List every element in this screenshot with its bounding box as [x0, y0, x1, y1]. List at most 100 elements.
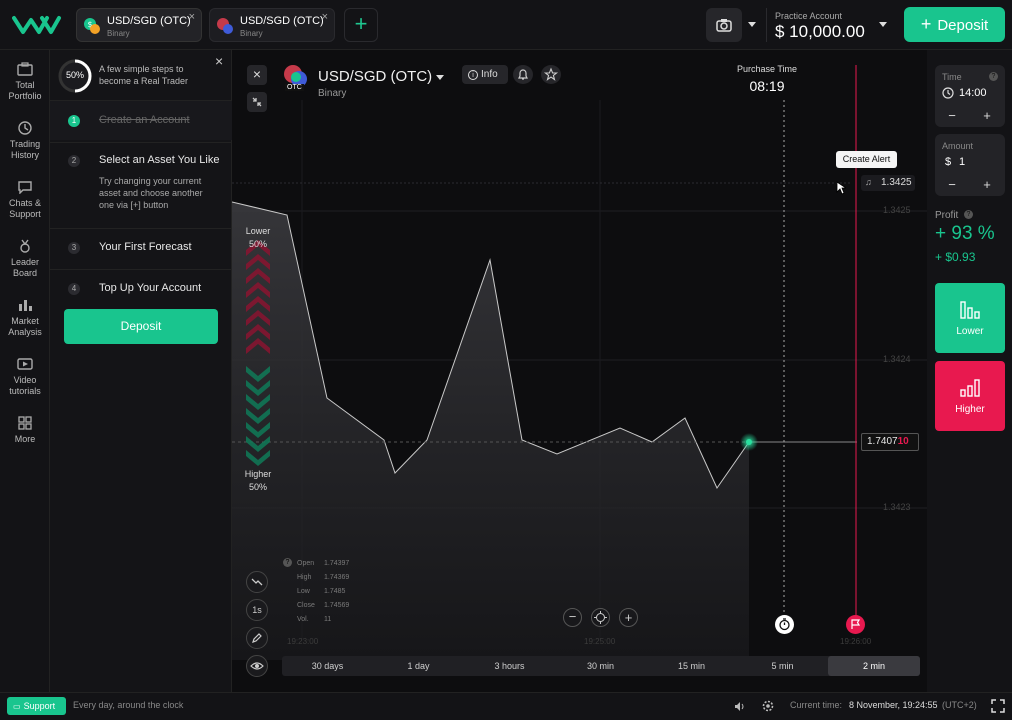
close-chart-button[interactable]: × [247, 65, 267, 85]
timeframe-5-min[interactable]: 5 min [737, 656, 828, 676]
nav-market-analysis[interactable]: Market Analysis [0, 298, 50, 338]
timeframe-30-days[interactable]: 30 days [282, 656, 373, 676]
help-icon[interactable]: ? [283, 558, 292, 567]
support-button[interactable]: ▭ Support [7, 697, 66, 715]
flag-icon [851, 619, 861, 629]
step-description: Try changing your current [99, 176, 202, 186]
nav-more[interactable]: More [0, 416, 50, 445]
nav-label: Portfolio [8, 91, 42, 101]
account-selector[interactable]: Practice Account $ 10,000.00 [766, 8, 894, 42]
info-button[interactable]: i Info [462, 65, 508, 84]
timeframe-3-hours[interactable]: 3 hours [464, 656, 555, 676]
nav-leader-board[interactable]: Leader Board [0, 239, 50, 279]
nav-total-portfolio[interactable]: Total Portfolio [0, 62, 50, 102]
chevron-down-icon[interactable] [436, 75, 444, 81]
zoom-out-button[interactable]: − [563, 608, 582, 627]
lower-gauge-label: Lower [245, 226, 271, 236]
close-tab-icon[interactable]: × [189, 11, 195, 23]
step-description: one via [+] button [99, 200, 169, 210]
close-icon[interactable]: × [215, 53, 223, 69]
higher-button[interactable]: Higher [935, 361, 1005, 431]
expiration-marker[interactable] [846, 615, 865, 634]
portfolio-icon [17, 62, 33, 76]
alert-price-value: 1.3425 [881, 177, 912, 188]
pencil-icon [252, 633, 262, 643]
bar-chart-icon [19, 300, 32, 311]
nav-label: Video [13, 375, 37, 385]
chart-type-button[interactable] [246, 571, 268, 593]
step-item-first-forecast[interactable]: 3 Your First Forecast [50, 228, 232, 268]
favorite-button[interactable] [541, 65, 561, 84]
sound-icon[interactable] [733, 700, 746, 713]
timeframe-30-min[interactable]: 30 min [555, 656, 646, 676]
profit-percent: + 93 % [935, 223, 995, 244]
bars-down-icon [960, 301, 980, 319]
zoom-in-button[interactable]: + [619, 608, 638, 627]
time-value[interactable]: 14:00 [959, 87, 987, 99]
collapse-button[interactable] [247, 92, 267, 112]
brand-logo[interactable] [12, 10, 62, 40]
camera-icon [716, 19, 732, 32]
amount-decrease-button[interactable]: − [937, 178, 967, 192]
lower-button[interactable]: Lower [935, 283, 1005, 353]
recenter-button[interactable] [591, 608, 610, 627]
nav-chats-support[interactable]: Chats & Support [0, 180, 50, 220]
current-time-label: Current time: [790, 700, 843, 710]
step-item-top-up[interactable]: 4 Top Up Your Account [50, 269, 232, 309]
stopwatch-marker[interactable] [775, 615, 794, 634]
price-level-label: 1.3424 [883, 354, 911, 364]
profit-label: Profit [935, 210, 959, 221]
nav-trading-history[interactable]: Trading History [0, 121, 50, 161]
amount-value[interactable]: 1 [959, 156, 965, 168]
ohlc-vol-value: 11 [324, 616, 332, 623]
chevron-down-icon[interactable] [748, 22, 756, 28]
timeframe-15-min[interactable]: 15 min [646, 656, 737, 676]
help-icon[interactable]: ? [989, 72, 998, 81]
asset-tab[interactable]: USD/SGD (OTC) Binary × [209, 8, 335, 42]
ohlc-open-label: Open [297, 560, 315, 567]
close-tab-icon[interactable]: × [322, 11, 328, 23]
ohlc-close-value: 1.74569 [324, 602, 350, 609]
ohlc-high-label: High [297, 574, 312, 581]
amount-control[interactable]: Amount $ 1 − + [935, 134, 1005, 196]
amount-increase-button[interactable]: + [972, 178, 1002, 192]
asset-name[interactable]: USD/SGD (OTC) [318, 68, 432, 85]
visibility-button[interactable] [246, 655, 268, 677]
timeframe-button[interactable]: 1s [246, 599, 268, 621]
asset-type: Binary [318, 88, 347, 99]
gear-icon[interactable] [761, 699, 775, 713]
alert-price-tag[interactable]: ♫ 1.3425 [861, 175, 915, 191]
lower-label: Lower [956, 326, 984, 337]
ohlc-close-label: Close [297, 602, 315, 609]
video-icon [17, 358, 33, 370]
bell-icon: ♫ [865, 177, 872, 187]
deposit-button[interactable]: + Deposit [904, 7, 1005, 42]
current-price-tag: 1.740710 [861, 433, 919, 451]
screenshot-button[interactable] [706, 8, 742, 42]
time-increase-button[interactable]: + [972, 109, 1002, 123]
onboarding-steps-panel: 50% A few simple steps to become a Real … [50, 50, 232, 692]
chart-area[interactable]: Lower 50% Higher 50% × OTC USD/SGD (OTC)… [232, 50, 927, 692]
step-item-select-asset[interactable]: 2 Select an Asset You Like Try changing … [50, 142, 232, 226]
time-control[interactable]: Time ? 14:00 − + [935, 65, 1005, 127]
help-icon[interactable]: ? [964, 210, 973, 219]
time-decrease-button[interactable]: − [937, 109, 967, 123]
grid-icon [18, 416, 32, 430]
timeframe-2-min[interactable]: 2 min [828, 656, 920, 676]
status-bar: ▭ Support Every day, around the clock Cur… [0, 692, 1012, 720]
step-title: Top Up Your Account [99, 282, 202, 294]
nav-label: Total [15, 80, 35, 90]
step-item-create-account[interactable]: 1 Create an Account [50, 100, 232, 140]
asset-tab-active[interactable]: $ USD/SGD (OTC) Binary × [76, 8, 202, 42]
fullscreen-icon[interactable] [991, 699, 1005, 713]
add-tab-button[interactable]: + [344, 8, 378, 42]
drawing-tool-button[interactable] [246, 627, 268, 649]
steps-deposit-button[interactable]: Deposit [64, 309, 218, 344]
step-description: asset and choose another [99, 188, 203, 198]
create-alert-tooltip[interactable]: Create Alert [836, 151, 897, 168]
timeframe-1-day[interactable]: 1 day [373, 656, 464, 676]
higher-gauge-percent: 50% [248, 482, 267, 492]
alert-button[interactable] [513, 65, 533, 84]
nav-video-tutorials[interactable]: Video tutorials [0, 357, 50, 397]
asset-flag-icon [216, 17, 234, 35]
